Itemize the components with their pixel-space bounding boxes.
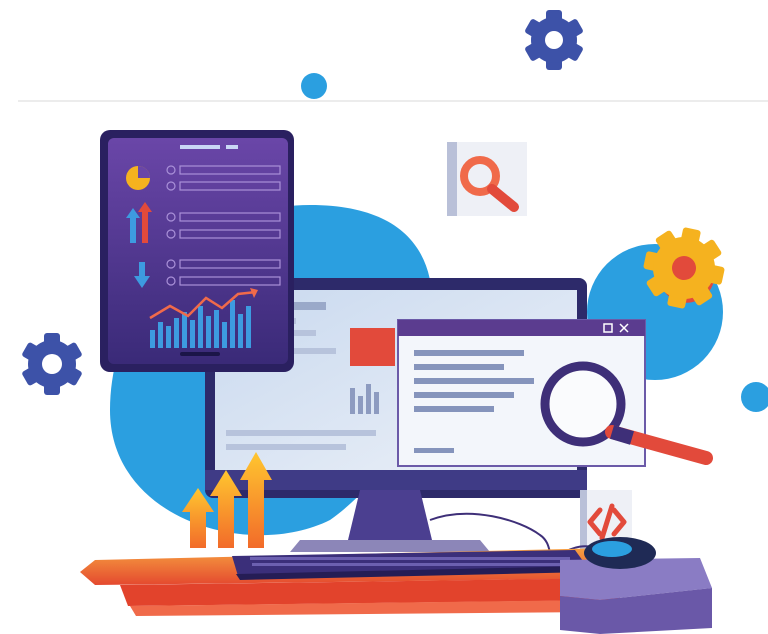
- analytics-illustration: [18, 10, 768, 634]
- decor-dot: [301, 73, 327, 99]
- illustration-scene: [0, 0, 768, 634]
- gear-icon: [22, 333, 82, 395]
- gear-icon: [525, 10, 583, 70]
- search-card: [447, 142, 527, 216]
- computer-mouse-icon: [584, 537, 656, 569]
- tablet: [100, 130, 294, 372]
- mouse-pad: [560, 558, 712, 634]
- decor-dot: [741, 382, 768, 412]
- pie-chart-icon: [126, 166, 150, 190]
